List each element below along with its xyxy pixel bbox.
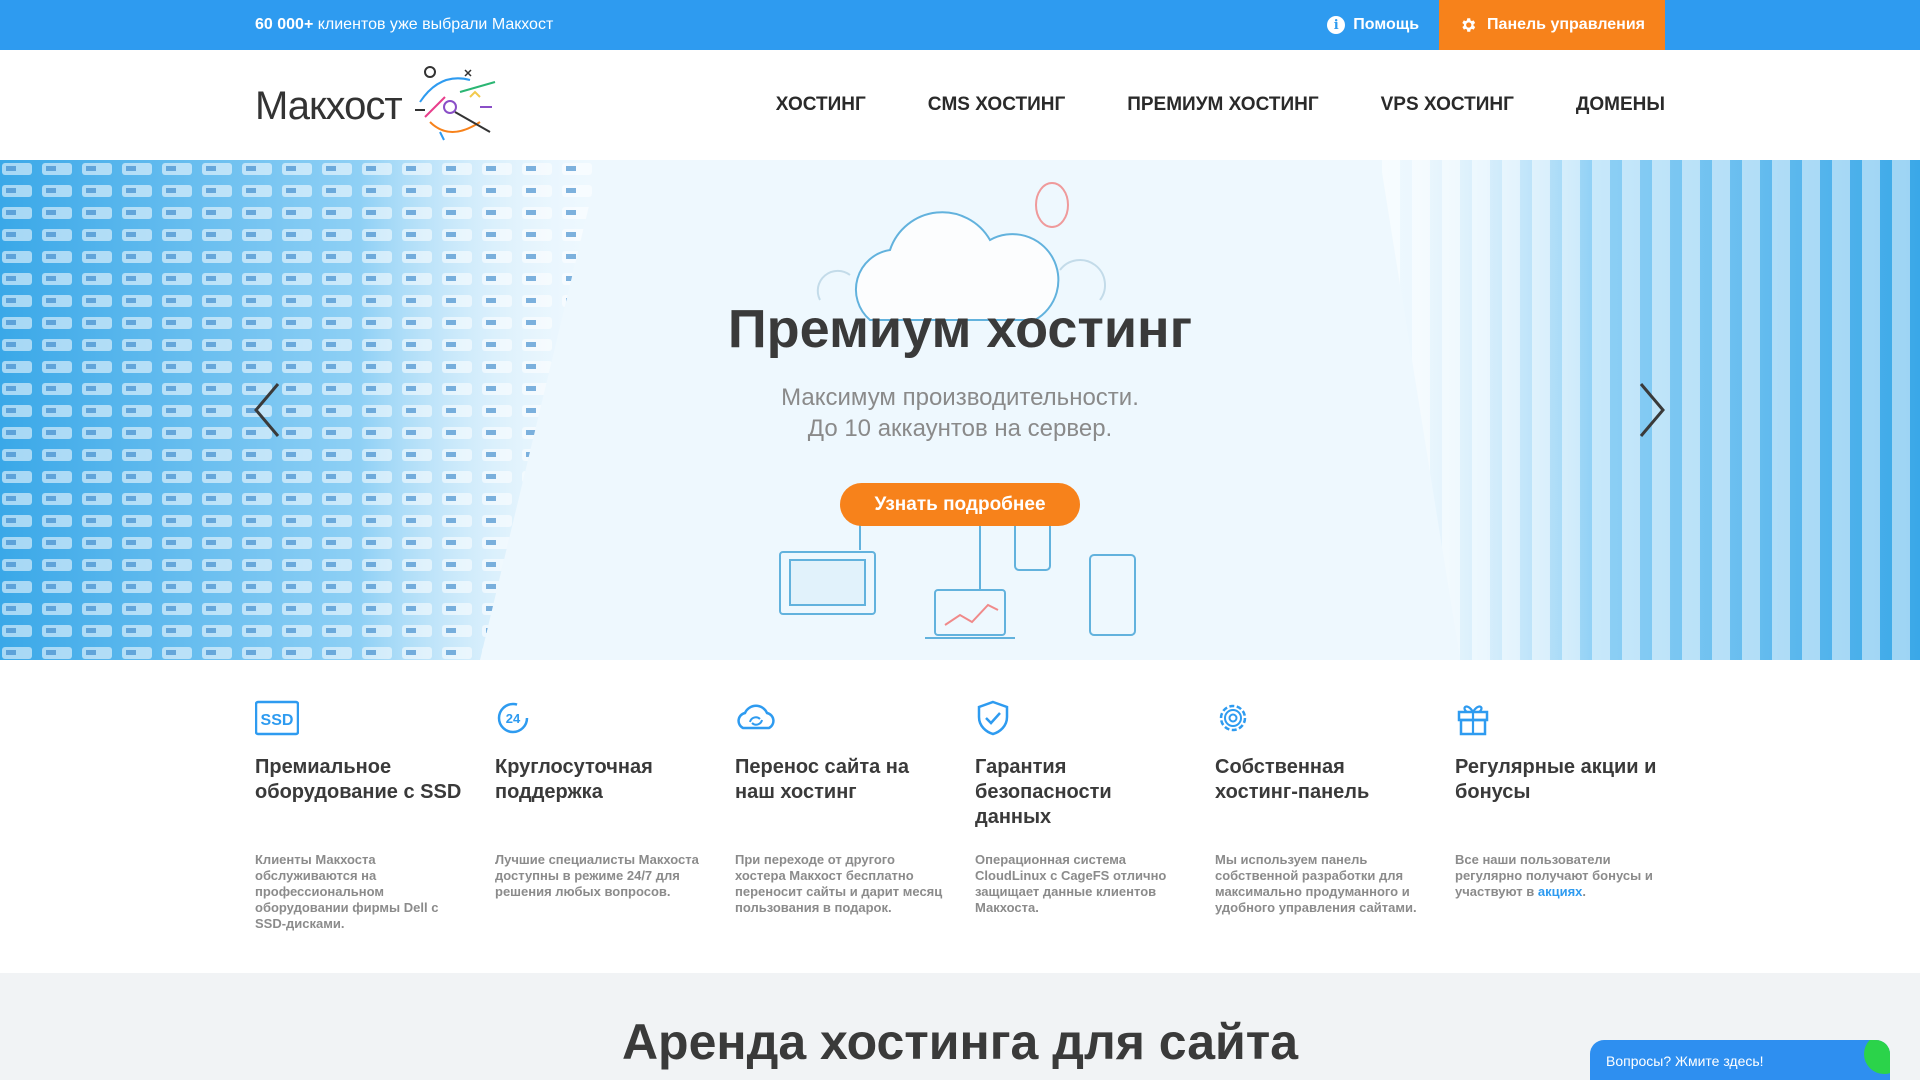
nav-item-domains[interactable]: Домены	[1576, 94, 1665, 116]
gift-icon	[1457, 705, 1489, 736]
hero-title: Премиум хостинг	[727, 299, 1193, 359]
clients-count-text: 60 000+ клиентов уже выбрали Макхост	[255, 16, 553, 34]
svg-text:24: 24	[506, 711, 521, 726]
feature-text: Мы используем панель собственной разрабо…	[1215, 852, 1417, 915]
feature-text-tail: .	[1582, 884, 1587, 899]
chat-widget[interactable]: Вопросы? Жмите здесь!	[1590, 1040, 1890, 1080]
feature-text: Лучшие специалисты Макхоста доступны в р…	[495, 852, 699, 899]
feature-title: Собственная хостинг-панель	[1215, 756, 1370, 803]
svg-text:SSD: SSD	[261, 712, 294, 729]
support-24-icon: 24	[497, 702, 529, 734]
gear-icon	[1462, 18, 1476, 32]
info-icon: i	[1327, 16, 1346, 34]
feature-item: Собственная хостинг-панель Мы используем…	[1215, 700, 1425, 932]
logo-text: Макхост	[255, 83, 403, 128]
chat-label: Вопросы? Жмите здесь!	[1606, 1053, 1764, 1069]
feature-text: При переходе от другого хостера Макхост …	[735, 852, 943, 915]
feature-item: Регулярные акции и бонусы Все наши польз…	[1455, 700, 1665, 932]
top-bar-inner: 60 000+ клиентов уже выбрали Макхост i П…	[255, 0, 1665, 50]
help-link[interactable]: i Помощь	[1327, 16, 1419, 34]
feature-item: 24 Круглосуточная поддержка Лучшие специ…	[495, 700, 705, 932]
feature-title: Круглосуточная поддержка	[495, 756, 653, 803]
ssd-icon: SSD	[254, 700, 300, 736]
main-nav: Хостинг CMS хостинг Премиум хостинг VPS …	[776, 50, 1665, 160]
control-panel-button[interactable]: Панель управления	[1439, 0, 1665, 50]
feature-title: Премиальное оборудование с SSD	[255, 756, 462, 803]
hero-subtitle: Максимум производительности. До 10 аккау…	[0, 382, 1920, 444]
feature-title: Гарантия безопасности данных	[975, 756, 1112, 828]
control-panel-label: Панель управления	[1487, 16, 1645, 33]
gear-icon	[1219, 704, 1247, 732]
help-label: Помощь	[1353, 16, 1420, 33]
cloud-transfer-icon	[737, 704, 775, 730]
feature-text: Операционная система CloudLinux с CageFS…	[975, 852, 1167, 915]
nav-item-vps-hosting[interactable]: VPS хостинг	[1381, 94, 1514, 116]
learn-more-button[interactable]: Узнать подробнее	[840, 483, 1080, 526]
chevron-left-icon[interactable]	[250, 380, 286, 440]
nav-item-hosting[interactable]: Хостинг	[776, 94, 866, 116]
hero-subtitle-line1: Максимум производительности.	[781, 384, 1139, 411]
promotions-link[interactable]: акциях	[1538, 884, 1583, 899]
hero-slider: Премиум хостинг Максимум производительно…	[0, 160, 1920, 660]
clients-count-number: 60 000+	[255, 16, 314, 33]
feature-text: Клиенты Макхоста обслуживаются на профес…	[255, 852, 439, 931]
top-bar: 60 000+ клиентов уже выбрали Макхост i П…	[0, 0, 1920, 50]
chevron-right-icon[interactable]	[1633, 380, 1669, 440]
feature-item: Перенос сайта на наш хостинг При переход…	[735, 700, 945, 932]
feature-text: Все наши пользователи регулярно получают…	[1455, 852, 1665, 900]
top-bar-actions: i Помощь Панель управления	[1327, 0, 1665, 50]
logo[interactable]: Макхост	[255, 62, 505, 150]
site-header: Макхост Хостинг CMS хостинг Премиум хост…	[0, 50, 1920, 160]
hero-subtitle-line2: До 10 аккаунтов на сервер.	[807, 415, 1113, 442]
features-list: SSD Премиальное оборудование с SSD Клиен…	[254, 700, 1665, 932]
feature-title: Перенос сайта на наш хостинг	[735, 756, 910, 803]
nav-item-premium-hosting[interactable]: Премиум хостинг	[1127, 94, 1318, 116]
chat-status-icon	[1864, 1040, 1890, 1074]
shield-check-icon	[977, 700, 1009, 736]
feature-item: Гарантия безопасности данных Операционна…	[975, 700, 1185, 932]
nav-item-cms-hosting[interactable]: CMS хостинг	[928, 94, 1065, 116]
feature-title: Регулярные акции и бонусы	[1455, 756, 1657, 803]
logo-doodle-icon	[415, 66, 496, 141]
clients-count-label: клиентов уже выбрали Макхост	[313, 16, 554, 33]
feature-item: SSD Премиальное оборудование с SSD Клиен…	[254, 700, 465, 932]
